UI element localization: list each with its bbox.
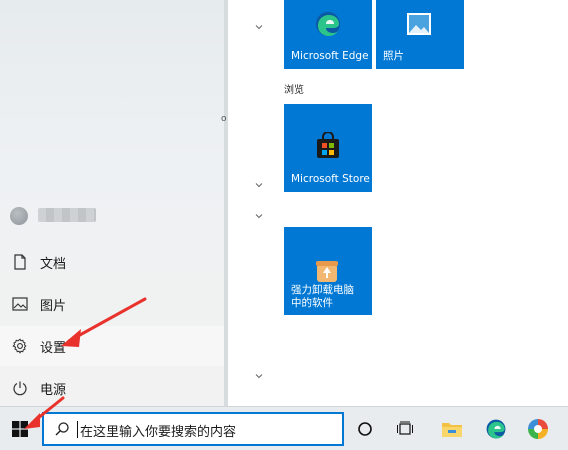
tile-photos[interactable]: 照片 [376,0,464,69]
chevron-down-icon[interactable] [254,22,264,32]
chevron-down-icon[interactable] [254,371,264,381]
taskbar-search-box[interactable]: 在这里输入你要搜索的内容 [42,412,344,446]
stray-character: o [221,114,227,124]
text-caret [77,421,78,438]
picture-icon [0,297,40,311]
search-placeholder: 在这里输入你要搜索的内容 [80,425,237,440]
chevron-down-icon[interactable] [254,211,264,221]
tile-group-title: 浏览 [284,85,304,96]
uninstaller-icon [316,261,338,282]
task-view-button[interactable] [386,407,426,450]
taskbar: 在这里输入你要搜索的内容 [0,406,568,450]
file-explorer-icon [442,423,462,437]
colorful-app-icon [528,419,548,439]
windows-logo-icon [12,421,28,437]
rail-item-pictures[interactable]: 图片 [0,284,224,324]
tile-label: Microsoft Edge [291,50,369,62]
gear-icon [0,338,40,354]
search-icon [55,422,69,436]
file-explorer-button[interactable] [432,407,472,450]
tile-uninstaller[interactable]: 强力卸载电脑 中的软件 [284,227,372,315]
rail-item-documents[interactable]: 文档 [0,242,224,282]
edge-taskbar-button[interactable] [476,407,516,450]
document-icon [0,254,40,270]
tile-microsoft-store[interactable]: Microsoft Store [284,104,372,192]
edge-icon [316,12,340,36]
tile-microsoft-edge[interactable]: Microsoft Edge [284,0,372,69]
start-button[interactable] [0,407,40,450]
user-profile[interactable] [10,205,96,227]
power-icon [0,380,40,396]
user-name-redacted [38,208,96,222]
edge-taskbar-icon [486,419,506,439]
store-icon [317,132,339,158]
tile-label: 照片 [383,50,404,62]
rail-item-label: 图片 [40,298,67,314]
rail-item-settings[interactable]: 设置 [0,326,224,366]
chevron-down-icon[interactable] [254,180,264,190]
rail-item-label: 文档 [40,256,67,272]
avatar [10,207,28,225]
rail-item-label: 电源 [40,382,67,398]
task-view-icon [397,421,413,435]
tile-label: 强力卸载电脑 中的软件 [291,284,354,309]
tile-label: Microsoft Store [291,173,370,185]
photos-icon [407,13,431,35]
cortana-icon [358,422,372,436]
rail-item-power[interactable]: 电源 [0,368,224,408]
cortana-button[interactable] [345,407,385,450]
colorful-app-button[interactable] [518,407,558,450]
rail-item-label: 设置 [40,340,67,356]
